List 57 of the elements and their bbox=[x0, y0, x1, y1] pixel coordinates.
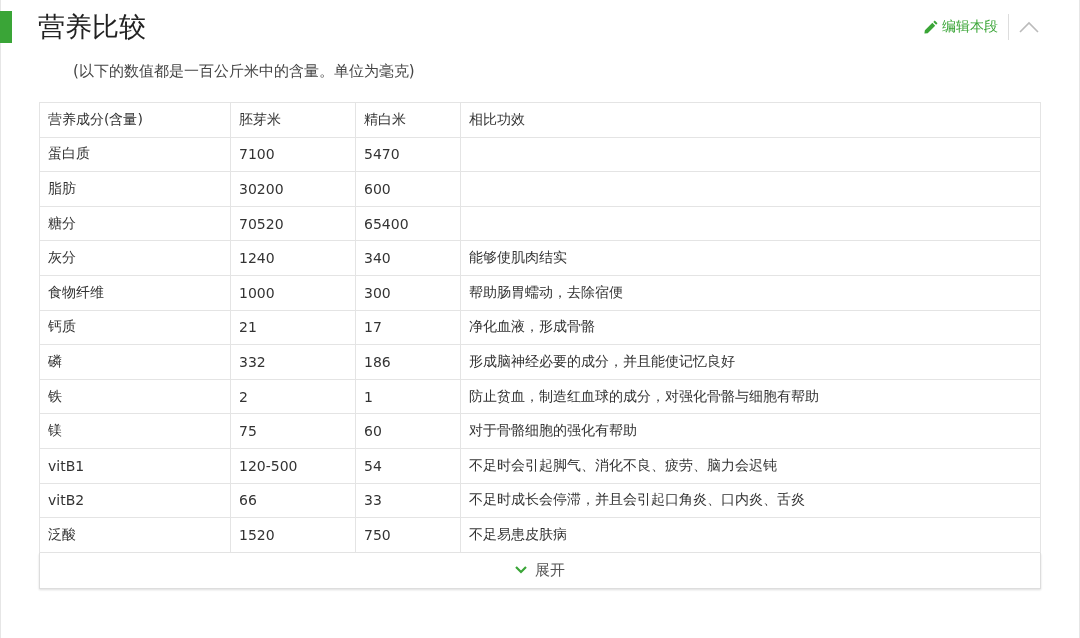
table-cell: 防止贫血，制造红血球的成分，对强化骨骼与细胞有帮助 bbox=[460, 379, 1041, 414]
table-cell: 泛酸 bbox=[39, 517, 231, 553]
table-cell: 不足易患皮肤病 bbox=[460, 517, 1041, 553]
table-cell: 30200 bbox=[230, 171, 356, 207]
table-cell: 340 bbox=[355, 240, 461, 276]
table-cell: 300 bbox=[355, 275, 461, 311]
table-cell: 帮助肠胃蠕动，去除宿便 bbox=[460, 275, 1041, 311]
table-cell: vitB1 bbox=[39, 448, 231, 484]
column-header: 相比功效 bbox=[460, 102, 1041, 138]
table-cell: 33 bbox=[355, 483, 461, 518]
table-cell: 铁 bbox=[39, 379, 231, 414]
table-cell: 镁 bbox=[39, 413, 231, 449]
column-header: 营养成分(含量) bbox=[39, 102, 231, 138]
table-cell: 1240 bbox=[230, 240, 356, 276]
table-cell: 蛋白质 bbox=[39, 137, 231, 172]
table-cell: 54 bbox=[355, 448, 461, 484]
chevron-up-icon bbox=[1019, 21, 1039, 33]
table-cell: 食物纤维 bbox=[39, 275, 231, 311]
table-cell: 7100 bbox=[230, 137, 356, 172]
table-cell: 5470 bbox=[355, 137, 461, 172]
collapse-button[interactable] bbox=[1019, 21, 1039, 33]
table-cell: 750 bbox=[355, 517, 461, 553]
table-cell: 2 bbox=[230, 379, 356, 414]
table-cell: 不足时会引起脚气、消化不良、疲劳、脑力会迟钝 bbox=[460, 448, 1041, 484]
table-cell: vitB2 bbox=[39, 483, 231, 518]
table-cell: 65400 bbox=[355, 206, 461, 241]
table-cell: 糖分 bbox=[39, 206, 231, 241]
pencil-icon bbox=[923, 19, 938, 35]
table-cell: 形成脑神经必要的成分，并且能使记忆良好 bbox=[460, 344, 1041, 380]
table-cell: 钙质 bbox=[39, 310, 231, 345]
table-cell: 70520 bbox=[230, 206, 356, 241]
table-cell: 120-500 bbox=[230, 448, 356, 484]
table-cell: 1 bbox=[355, 379, 461, 414]
table-cell: 60 bbox=[355, 413, 461, 449]
chevron-down-icon bbox=[515, 566, 527, 575]
table-cell: 对于骨骼细胞的强化有帮助 bbox=[460, 413, 1041, 449]
note-text: (以下的数值都是一百公斤米中的含量。单位为毫克) bbox=[73, 62, 416, 81]
table-cell: 186 bbox=[355, 344, 461, 380]
table-cell: 脂肪 bbox=[39, 171, 231, 207]
table-cell: 灰分 bbox=[39, 240, 231, 276]
table-cell: 600 bbox=[355, 171, 461, 207]
table-cell: 磷 bbox=[39, 344, 231, 380]
section-title: 营养比较 bbox=[38, 10, 147, 44]
table-cell: 75 bbox=[230, 413, 356, 449]
expand-button[interactable]: 展开 bbox=[39, 552, 1041, 589]
column-header: 胚芽米 bbox=[230, 102, 356, 138]
section-marker bbox=[0, 11, 12, 43]
table-cell: 332 bbox=[230, 344, 356, 380]
table-cell: 66 bbox=[230, 483, 356, 518]
table-cell: 净化血液，形成骨骼 bbox=[460, 310, 1041, 345]
table-cell: 21 bbox=[230, 310, 356, 345]
table-cell: 17 bbox=[355, 310, 461, 345]
table-cell: 1520 bbox=[230, 517, 356, 553]
table-cell: 能够使肌肉结实 bbox=[460, 240, 1041, 276]
table-cell: 不足时成长会停滞，并且会引起口角炎、口内炎、舌炎 bbox=[460, 483, 1041, 518]
column-header: 精白米 bbox=[355, 102, 461, 138]
table-cell: 1000 bbox=[230, 275, 356, 311]
